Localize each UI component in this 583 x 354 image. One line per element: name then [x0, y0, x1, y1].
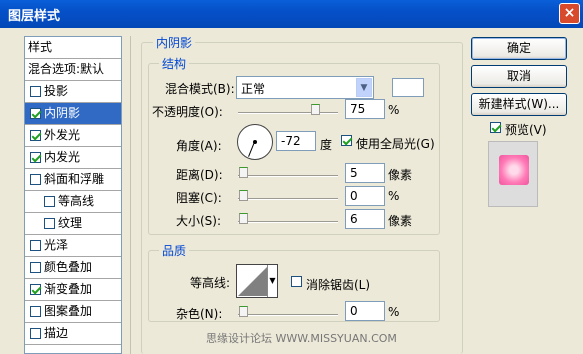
style-list-label: 描边 [44, 326, 69, 340]
choke-slider-track[interactable] [238, 198, 338, 200]
style-list-item[interactable]: 纹理 [25, 213, 121, 235]
angle-hub [253, 140, 257, 144]
chevron-down-icon[interactable]: ▼ [267, 265, 277, 297]
style-checkbox[interactable] [30, 86, 41, 97]
preview-swatch [499, 155, 529, 185]
preview-label[interactable]: 预览(V) [505, 121, 547, 138]
opacity-label: 不透明度(O): [152, 105, 223, 119]
noise-label: 杂色(N): [176, 307, 223, 321]
style-list-label: 内发光 [44, 150, 81, 164]
distance-input[interactable]: 5 [345, 163, 385, 183]
quality-title: 品质 [159, 242, 190, 259]
size-unit: 像素 [388, 214, 413, 228]
style-checkbox[interactable] [30, 240, 41, 251]
preview-checkbox[interactable] [490, 122, 501, 133]
style-list-item[interactable]: 内发光 [25, 147, 121, 169]
size-slider-track[interactable] [238, 221, 338, 223]
close-button[interactable]: × [559, 3, 580, 24]
style-list-label: 渐变叠加 [44, 282, 93, 296]
style-list-label: 外发光 [44, 128, 81, 142]
style-list-item[interactable]: 混合选项:默认 [25, 59, 121, 81]
style-list-label: 投影 [44, 84, 69, 98]
global-light-label[interactable]: 使用全局光(G) [356, 135, 435, 152]
style-list-item[interactable]: 颜色叠加 [25, 257, 121, 279]
style-list-label: 图案叠加 [44, 304, 93, 318]
noise-slider-track[interactable] [238, 314, 338, 316]
style-list-item[interactable]: 渐变叠加 [25, 279, 121, 301]
style-list-item[interactable]: 图案叠加 [25, 301, 121, 323]
window-title: 图层样式 [8, 9, 61, 24]
noise-input[interactable]: 0 [345, 301, 385, 321]
title-bar: 图层样式 × [0, 0, 583, 28]
cancel-button[interactable]: 取消 [471, 65, 567, 88]
style-checkbox[interactable] [30, 328, 41, 339]
angle-input[interactable]: -72 [276, 131, 316, 151]
angle-dial[interactable] [237, 124, 273, 160]
style-checkbox[interactable] [44, 196, 55, 207]
blend-mode-select[interactable]: 正常 ▼ [236, 76, 374, 99]
style-checkbox[interactable] [30, 130, 41, 141]
distance-unit: 像素 [388, 168, 413, 182]
style-checkbox[interactable] [30, 284, 41, 295]
shadow-color-swatch[interactable] [392, 78, 424, 97]
watermark: 思缘设计论坛 WWW.MISSYUAN.COM [206, 332, 397, 345]
style-list-item[interactable]: 光泽 [25, 235, 121, 257]
style-list-item[interactable]: 内阴影 [25, 103, 121, 125]
distance-label: 距离(D): [176, 168, 223, 182]
new-style-button[interactable]: 新建样式(W)... [471, 93, 567, 116]
blend-mode-label: 混合模式(B): [165, 82, 235, 96]
antialias-checkbox[interactable] [291, 276, 302, 287]
size-slider-thumb[interactable] [239, 213, 248, 224]
opacity-slider-track[interactable] [238, 112, 338, 114]
blend-mode-value: 正常 [241, 82, 266, 96]
style-list-label: 光泽 [44, 238, 69, 252]
global-light-checkbox[interactable] [341, 135, 352, 146]
style-preview [488, 141, 538, 207]
contour-picker[interactable]: ▼ [236, 264, 278, 298]
style-list-item[interactable]: 斜面和浮雕 [25, 169, 121, 191]
ok-button[interactable]: 确定 [471, 37, 567, 60]
antialias-label[interactable]: 消除锯齿(L) [306, 276, 370, 293]
opacity-input[interactable]: 75 [345, 99, 385, 119]
style-list-label: 样式 [28, 40, 53, 54]
style-checkbox[interactable] [30, 152, 41, 163]
divider [130, 36, 131, 354]
distance-slider-thumb[interactable] [239, 167, 248, 178]
style-checkbox[interactable] [30, 174, 41, 185]
inner-shadow-section-title: 内阴影 [153, 34, 196, 51]
style-list-item[interactable]: 外发光 [25, 125, 121, 147]
structure-title: 结构 [159, 55, 190, 72]
style-list: 样式混合选项:默认投影内阴影外发光内发光斜面和浮雕等高线纹理光泽颜色叠加渐变叠加… [24, 36, 122, 354]
contour-label: 等高线: [190, 276, 231, 290]
noise-unit: % [388, 305, 400, 319]
contour-preview-icon [238, 266, 268, 296]
chevron-down-icon: ▼ [356, 78, 372, 97]
style-list-label: 斜面和浮雕 [44, 172, 105, 186]
opacity-slider-thumb[interactable] [311, 104, 320, 115]
opacity-unit: % [388, 103, 400, 117]
choke-input[interactable]: 0 [345, 186, 385, 206]
style-checkbox[interactable] [30, 262, 41, 273]
style-checkbox[interactable] [30, 108, 41, 119]
style-list-item[interactable]: 样式 [25, 37, 121, 59]
style-list-label: 等高线 [58, 194, 95, 208]
distance-slider-track[interactable] [238, 175, 338, 177]
size-label: 大小(S): [176, 214, 222, 228]
noise-slider-thumb[interactable] [239, 306, 248, 317]
style-list-item[interactable]: 投影 [25, 81, 121, 103]
style-list-label: 混合选项:默认 [28, 62, 105, 76]
choke-slider-thumb[interactable] [239, 190, 248, 201]
style-checkbox[interactable] [44, 218, 55, 229]
choke-unit: % [388, 189, 400, 203]
choke-label: 阻塞(C): [176, 191, 222, 205]
style-list-item[interactable]: 等高线 [25, 191, 121, 213]
angle-label: 角度(A): [176, 139, 222, 153]
style-list-label: 纹理 [58, 216, 83, 230]
angle-unit: 度 [320, 138, 333, 152]
size-input[interactable]: 6 [345, 209, 385, 229]
style-checkbox[interactable] [30, 306, 41, 317]
style-list-label: 颜色叠加 [44, 260, 93, 274]
style-list-label: 内阴影 [44, 106, 81, 120]
style-list-item[interactable]: 描边 [25, 323, 121, 345]
